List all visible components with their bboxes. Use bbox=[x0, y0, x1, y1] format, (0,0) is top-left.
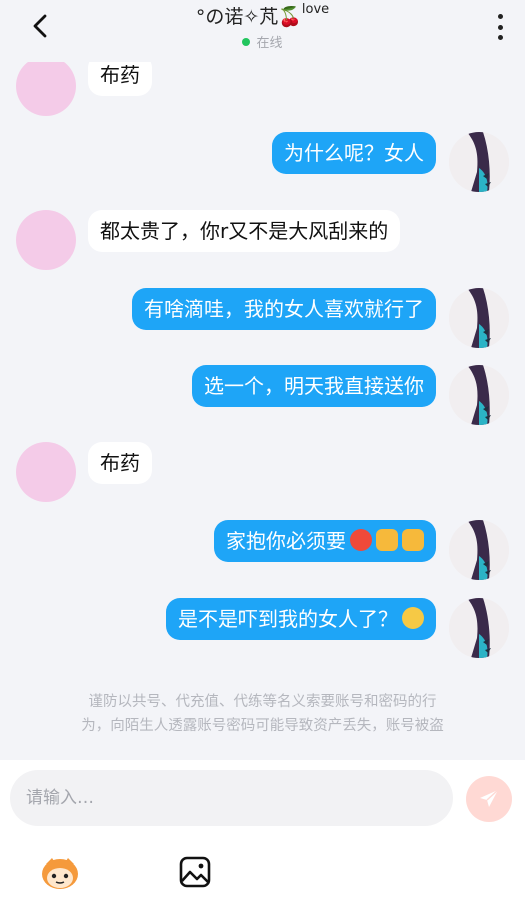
security-notice-line: 为，向陌生人透露账号密码可能导致资产丢失，账号被盗 bbox=[81, 718, 444, 734]
page-title: °の诺✧芃🍒love bbox=[0, 2, 525, 29]
message-text: 是不是吓到我的女人了？ bbox=[178, 607, 398, 631]
avatar[interactable] bbox=[16, 56, 76, 116]
avatar[interactable] bbox=[449, 288, 509, 348]
fist-emoji bbox=[402, 529, 424, 551]
chat-area[interactable]: 布药 为什么呢？女人 都太贵了，你r又不是大风刮来的 有啥滴哇，我的女人喜欢就行… bbox=[0, 0, 525, 760]
send-button[interactable] bbox=[466, 776, 512, 822]
crying-face-emoji bbox=[402, 607, 424, 629]
online-dot-icon bbox=[242, 38, 251, 46]
message-bubble[interactable]: 为什么呢？女人 bbox=[272, 132, 436, 174]
more-vertical-icon bbox=[497, 24, 503, 30]
avatar[interactable] bbox=[16, 210, 76, 270]
online-status: 在线 bbox=[0, 32, 525, 51]
online-status-label: 在线 bbox=[256, 36, 283, 51]
message-bubble[interactable]: 都太贵了，你r又不是大风刮来的 bbox=[88, 210, 401, 252]
more-vertical-icon bbox=[497, 35, 503, 40]
image-button[interactable] bbox=[173, 850, 217, 894]
mascot-icon bbox=[42, 858, 78, 889]
message-bubble[interactable]: 是不是吓到我的女人了？ bbox=[166, 598, 436, 640]
chat-header: °の诺✧芃🍒love 在线 bbox=[0, 0, 525, 62]
message-bubble[interactable]: 布药 bbox=[88, 442, 152, 484]
composer-panel bbox=[0, 760, 525, 904]
message-bubble[interactable]: 选一个，明天我直接送你 bbox=[192, 365, 436, 407]
angry-face-emoji bbox=[350, 529, 372, 551]
security-notice: 谨防以共号、代充值、代练等名义索要账号和密码的行 为，向陌生人透露账号密码可能导… bbox=[30, 690, 495, 738]
image-icon bbox=[179, 856, 211, 888]
message-bubble[interactable]: 家抱你必须要 bbox=[214, 520, 436, 562]
avatar[interactable] bbox=[449, 520, 509, 580]
message-bubble[interactable]: 有啥滴哇，我的女人喜欢就行了 bbox=[132, 288, 436, 330]
avatar[interactable] bbox=[449, 132, 509, 192]
send-icon bbox=[480, 789, 499, 807]
fist-emoji bbox=[376, 529, 398, 551]
avatar[interactable] bbox=[449, 365, 509, 425]
mascot-button[interactable] bbox=[38, 850, 82, 894]
more-vertical-icon bbox=[497, 14, 503, 19]
avatar[interactable] bbox=[449, 598, 509, 658]
contact-name-suffix: love bbox=[301, 2, 330, 17]
message-text: 家抱你必须要 bbox=[226, 529, 346, 553]
security-notice-line: 谨防以共号、代充值、代练等名义索要账号和密码的行 bbox=[88, 694, 437, 710]
avatar[interactable] bbox=[16, 442, 76, 502]
message-input[interactable] bbox=[10, 770, 453, 826]
more-button[interactable] bbox=[495, 14, 505, 40]
contact-name: °の诺✧芃🍒 bbox=[195, 6, 302, 28]
